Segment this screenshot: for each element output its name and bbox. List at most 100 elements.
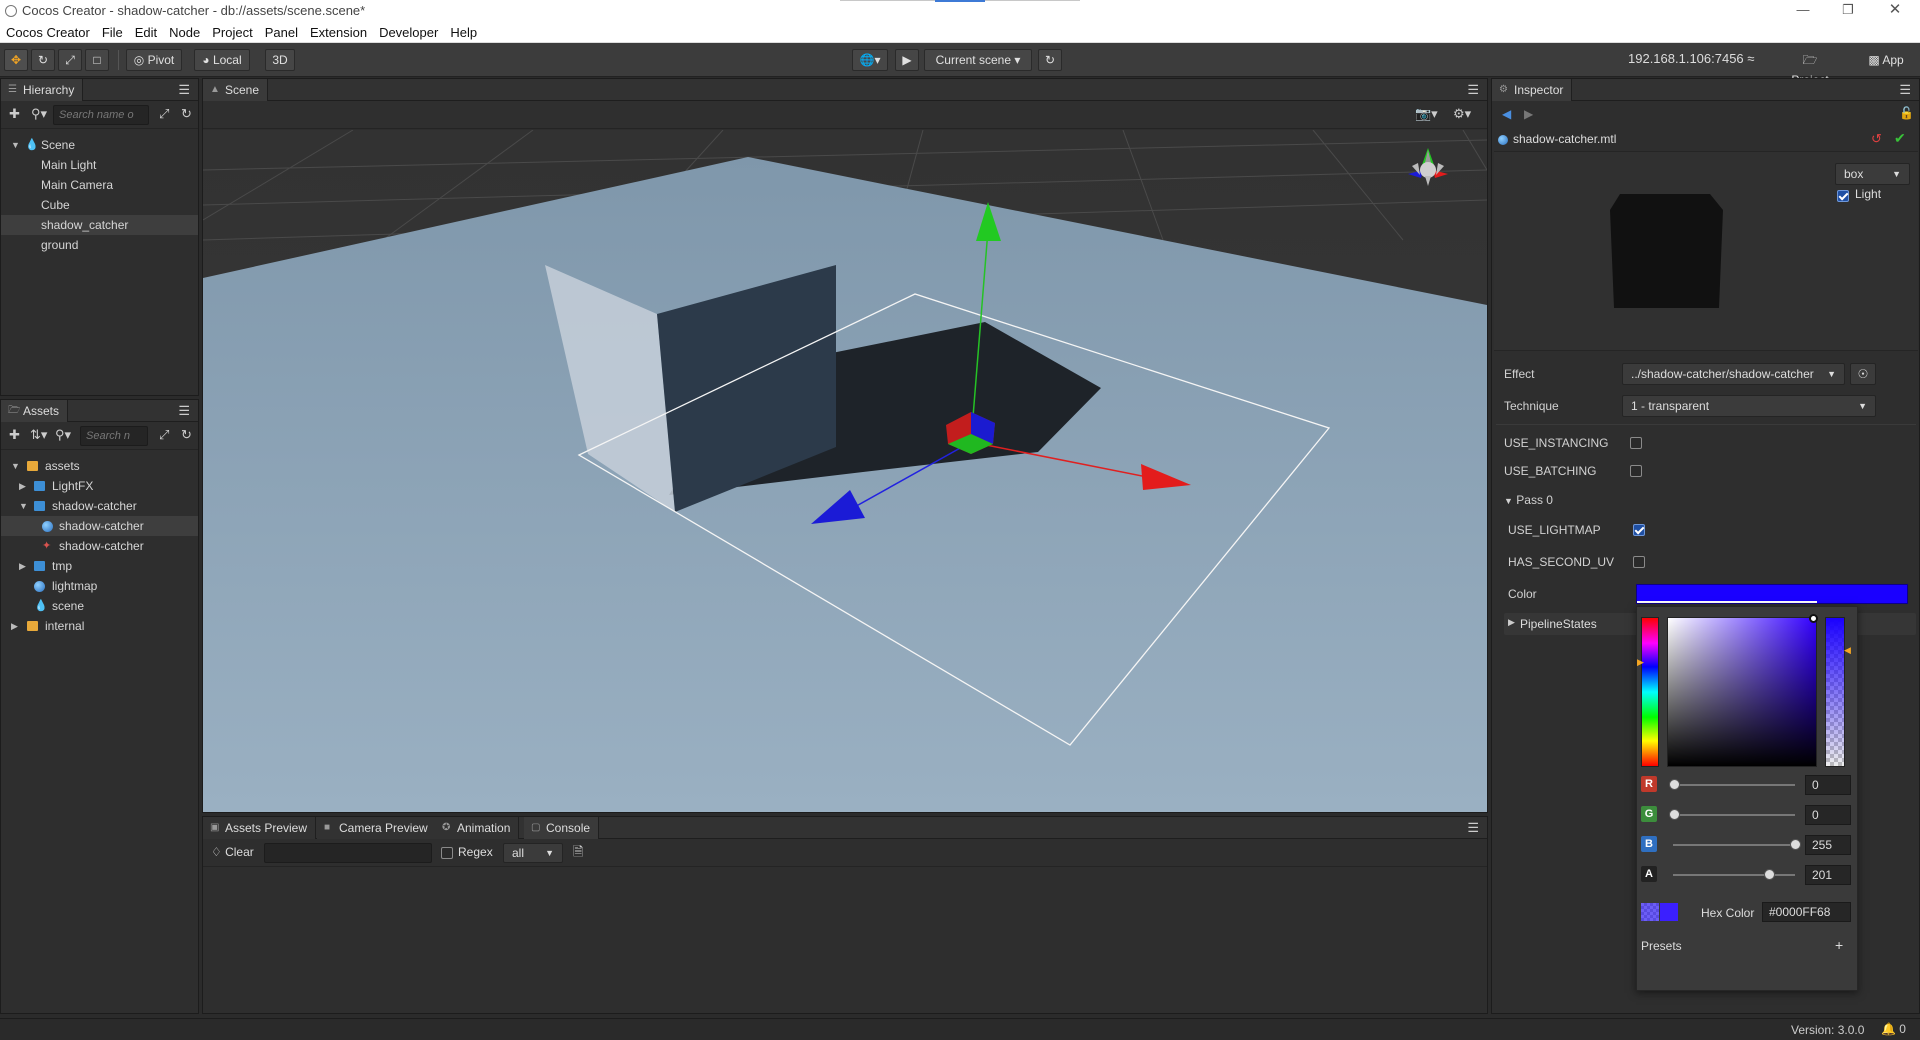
notifications[interactable]: 🔔 0 bbox=[1881, 1022, 1906, 1036]
hierarchy-menu-icon[interactable]: ☰ bbox=[178, 82, 190, 98]
assets-menu-icon[interactable]: ☰ bbox=[178, 403, 190, 419]
asset-item-tmp[interactable]: ▶ tmp bbox=[1, 556, 198, 576]
expand-arrow-icon[interactable]: ▶ bbox=[19, 476, 29, 496]
tab-console[interactable]: ▢ Console bbox=[524, 817, 600, 839]
mode-3d-button[interactable]: 3D bbox=[265, 49, 295, 71]
scale-tool-icon[interactable]: ⤢ bbox=[58, 49, 82, 71]
effect-dropdown[interactable]: ../shadow-catcher/shadow-catcher ▼ bbox=[1622, 363, 1845, 385]
hex-color-input[interactable]: #0000FF68 bbox=[1762, 902, 1851, 922]
menu-developer[interactable]: Developer bbox=[373, 22, 444, 40]
console-filter-input[interactable] bbox=[264, 843, 432, 863]
settings-gear-icon[interactable]: ⚙▾ bbox=[1453, 107, 1471, 121]
menu-panel[interactable]: Panel bbox=[259, 22, 304, 40]
technique-dropdown[interactable]: 1 - transparent ▼ bbox=[1622, 395, 1876, 417]
asset-item-lightmap[interactable]: lightmap bbox=[1, 576, 198, 596]
refresh-icon[interactable]: ↻ bbox=[181, 107, 192, 121]
green-slider-track[interactable] bbox=[1673, 814, 1795, 816]
menu-cocos-creator[interactable]: Cocos Creator bbox=[0, 22, 96, 40]
green-input[interactable]: 0 bbox=[1805, 805, 1851, 825]
expand-arrow-icon[interactable]: ▶ bbox=[11, 616, 21, 636]
sv-cursor[interactable] bbox=[1809, 614, 1818, 623]
search-icon[interactable]: ⚲▾ bbox=[31, 107, 47, 121]
local-button[interactable]: ◕ Local bbox=[194, 49, 250, 71]
blue-input[interactable]: 255 bbox=[1805, 835, 1851, 855]
asset-item-shadow-catcher-folder[interactable]: ▼ shadow-catcher bbox=[1, 496, 198, 516]
refresh-icon[interactable]: ↻ bbox=[181, 428, 192, 442]
menu-project[interactable]: Project bbox=[206, 22, 258, 40]
tab-animation[interactable]: ✪ Animation bbox=[435, 817, 520, 839]
inspector-tab[interactable]: ⚙ Inspector bbox=[1492, 79, 1573, 101]
add-icon[interactable]: ✚ bbox=[9, 428, 20, 442]
locate-icon[interactable]: ☉ bbox=[1850, 363, 1876, 385]
color-swatch[interactable] bbox=[1636, 584, 1908, 604]
saturation-value-field[interactable] bbox=[1667, 614, 1818, 767]
asset-item-lightfx[interactable]: ▶ LightFX bbox=[1, 476, 198, 496]
blue-slider-track[interactable] bbox=[1673, 844, 1795, 846]
menu-node[interactable]: Node bbox=[163, 22, 206, 40]
asset-item-shadow-catcher-effect[interactable]: ✦ shadow-catcher bbox=[1, 536, 198, 556]
rotate-tool-icon[interactable]: ↻ bbox=[31, 49, 55, 71]
add-preset-icon[interactable]: + bbox=[1835, 937, 1843, 953]
restore-icon[interactable]: ❐ bbox=[1840, 2, 1856, 18]
open-log-file-icon[interactable]: 🗎 bbox=[573, 845, 583, 859]
app-button[interactable]: ▩ App bbox=[1858, 49, 1914, 71]
asset-item-assets[interactable]: ▼ assets bbox=[1, 456, 198, 476]
log-level-dropdown[interactable]: all ▼ bbox=[503, 843, 563, 863]
clear-button[interactable]: ♢ Clear bbox=[211, 845, 254, 859]
menu-edit[interactable]: Edit bbox=[129, 22, 163, 40]
move-tool-icon[interactable]: ✥ bbox=[4, 49, 28, 71]
light-checkbox[interactable] bbox=[1837, 190, 1849, 202]
asset-item-internal[interactable]: ▶ internal bbox=[1, 616, 198, 636]
asset-item-shadow-catcher-material[interactable]: shadow-catcher bbox=[1, 516, 198, 536]
minimize-icon[interactable]: — bbox=[1795, 2, 1811, 18]
sort-icon[interactable]: ⇅▾ bbox=[30, 428, 47, 442]
play-button-icon[interactable]: ▶ bbox=[895, 49, 919, 71]
menu-help[interactable]: Help bbox=[444, 22, 483, 40]
asset-item-scene[interactable]: 💧 scene bbox=[1, 596, 198, 616]
lock-icon[interactable]: 🔓 bbox=[1899, 106, 1914, 120]
scene-tab[interactable]: ▲ Scene bbox=[203, 79, 269, 101]
close-icon[interactable]: ✕ bbox=[1887, 2, 1903, 18]
back-arrow-icon[interactable]: ◀ bbox=[1502, 107, 1511, 121]
camera-mode-icon[interactable]: 📷▾ bbox=[1415, 107, 1438, 121]
expand-arrow-icon[interactable]: ▶ bbox=[19, 556, 29, 576]
use-instancing-checkbox[interactable] bbox=[1630, 437, 1642, 449]
forward-arrow-icon[interactable]: ▶ bbox=[1524, 107, 1533, 121]
current-color-swatch[interactable] bbox=[1660, 903, 1678, 921]
globe-dropdown-icon[interactable]: 🌐▾ bbox=[852, 49, 888, 71]
pivot-button[interactable]: ◎ Pivot bbox=[126, 49, 182, 71]
tab-camera-preview[interactable]: ■ Camera Preview bbox=[317, 817, 437, 839]
alpha-input[interactable]: 201 bbox=[1805, 865, 1851, 885]
has-second-uv-checkbox[interactable] bbox=[1633, 556, 1645, 568]
tree-item-main-light[interactable]: Main Light bbox=[1, 155, 198, 175]
red-input[interactable]: 0 bbox=[1805, 775, 1851, 795]
alpha-slider-track[interactable] bbox=[1673, 874, 1795, 876]
add-icon[interactable]: ✚ bbox=[9, 107, 20, 121]
inspector-menu-icon[interactable]: ☰ bbox=[1899, 82, 1911, 98]
revert-icon[interactable]: ↺ bbox=[1871, 131, 1882, 147]
assets-search-input[interactable]: Search n bbox=[80, 426, 148, 446]
tree-item-cube[interactable]: Cube bbox=[1, 195, 198, 215]
alpha-slider-knob[interactable] bbox=[1764, 869, 1775, 880]
collapse-arrow-icon[interactable]: ▼ bbox=[11, 456, 21, 476]
red-slider-knob[interactable] bbox=[1669, 779, 1680, 790]
search-icon[interactable]: ⚲▾ bbox=[55, 428, 71, 442]
scene-select-dropdown[interactable]: Current scene ▾ bbox=[924, 49, 1032, 71]
use-lightmap-checkbox[interactable] bbox=[1633, 524, 1645, 536]
expand-icon[interactable]: ⤢ bbox=[159, 428, 169, 442]
menu-extension[interactable]: Extension bbox=[304, 22, 373, 40]
tree-item-ground[interactable]: ground bbox=[1, 235, 198, 255]
scene-menu-icon[interactable]: ☰ bbox=[1467, 82, 1479, 98]
regex-checkbox[interactable] bbox=[441, 847, 453, 859]
hierarchy-tab[interactable]: ☰ Hierarchy bbox=[1, 79, 84, 101]
use-batching-checkbox[interactable] bbox=[1630, 465, 1642, 477]
hierarchy-search-input[interactable]: Search name o bbox=[53, 105, 149, 125]
console-menu-icon[interactable]: ☰ bbox=[1467, 820, 1479, 836]
collapse-arrow-icon[interactable]: ▼ bbox=[11, 135, 21, 155]
ip-address[interactable]: 192.168.1.106:7456 ≈ bbox=[1628, 51, 1754, 66]
expand-icon[interactable]: ⤢ bbox=[159, 107, 169, 121]
red-slider-track[interactable] bbox=[1673, 784, 1795, 786]
menu-file[interactable]: File bbox=[96, 22, 129, 40]
assets-tab[interactable]: 🗁 Assets bbox=[1, 400, 69, 422]
pass-header[interactable]: ▼ Pass 0 bbox=[1504, 487, 1909, 513]
